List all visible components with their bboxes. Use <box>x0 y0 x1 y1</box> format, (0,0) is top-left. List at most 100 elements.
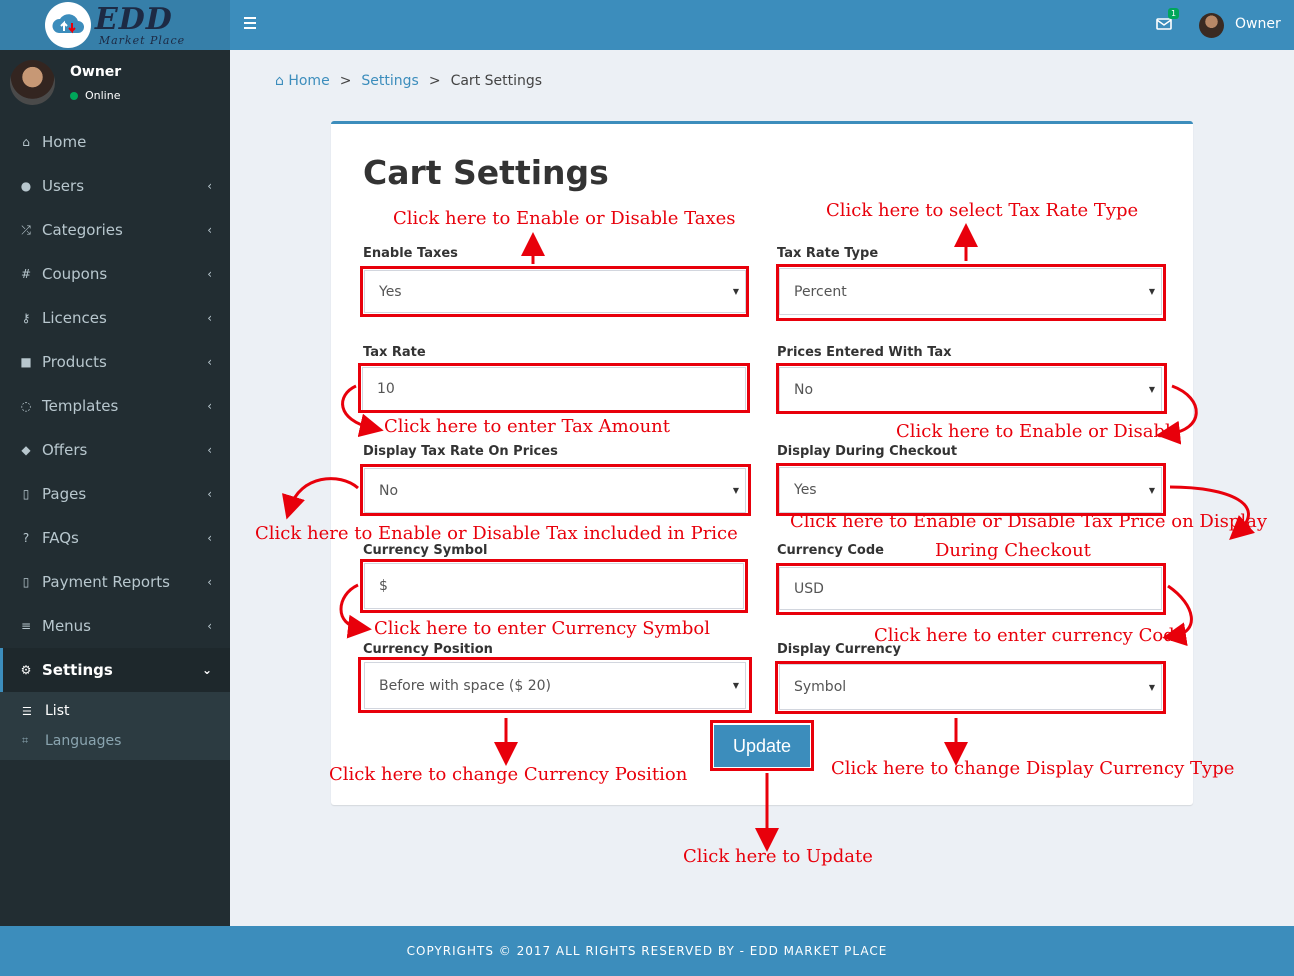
file-icon: ▯ <box>22 487 30 501</box>
hash-icon: # <box>20 267 32 281</box>
mail-count-badge: 1 <box>1168 8 1180 19</box>
page-title: Cart Settings <box>363 153 609 192</box>
breadcrumb-home[interactable]: ⌂ Home <box>275 73 330 89</box>
breadcrumb-settings[interactable]: Settings <box>361 73 418 89</box>
breadcrumb-separator: > <box>339 73 352 89</box>
sidebar-item-label: Products <box>42 353 107 371</box>
annotation-enable-disable: Click here to Enable or Disable <box>896 421 1182 442</box>
chevron-left-icon: ‹ <box>207 399 212 413</box>
chevron-left-icon: ‹ <box>207 487 212 501</box>
status-text: Online <box>85 89 121 102</box>
highlight-box <box>710 720 814 771</box>
brand-logo[interactable]: EDD Market Place <box>0 0 230 50</box>
breadcrumb: ⌂ Home > Settings > Cart Settings <box>275 73 542 89</box>
language-icon: ⌗ <box>22 734 29 747</box>
chevron-left-icon: ‹ <box>207 443 212 457</box>
sidebar-item-offers[interactable]: ◆ Offers ‹ <box>0 428 230 472</box>
annotation-currency-symbol: Click here to enter Currency Symbol <box>374 618 710 639</box>
sidebar-item-settings[interactable]: ⚙ Settings ⌄ <box>0 648 230 692</box>
copyright-text: COPYRIGHTS © 2017 ALL RIGHTS RESERVED BY… <box>406 944 888 958</box>
sidebar-item-label: Users <box>42 177 85 195</box>
chevron-left-icon: ‹ <box>207 223 212 237</box>
briefcase-icon: ■ <box>20 355 32 369</box>
highlight-box <box>358 657 752 713</box>
sidebar-item-coupons[interactable]: # Coupons ‹ <box>0 252 230 296</box>
display-checkout-label: Display During Checkout <box>777 444 958 459</box>
home-icon: ⌂ <box>22 135 30 149</box>
bars-icon: ≡ <box>20 619 32 633</box>
sidebar-item-categories[interactable]: ⤮ Categories ‹ <box>0 208 230 252</box>
annotation-update: Click here to Update <box>683 846 873 867</box>
question-icon: ? <box>22 531 30 545</box>
chevron-down-icon: ⌄ <box>201 663 212 677</box>
chevron-left-icon: ‹ <box>207 575 212 589</box>
currency-symbol-label: Currency Symbol <box>363 543 488 558</box>
chevron-left-icon: ‹ <box>207 355 212 369</box>
top-navbar: 1 Owner <box>230 0 1294 50</box>
sidebar-item-label: Categories <box>42 221 123 239</box>
breadcrumb-home-label: Home <box>288 73 330 89</box>
chevron-left-icon: ‹ <box>207 619 212 633</box>
annotation-enable-taxes: Click here to Enable or Disable Taxes <box>393 208 736 229</box>
sidebar-item-users[interactable]: ● Users ‹ <box>0 164 230 208</box>
brand-name: EDD <box>94 1 173 37</box>
highlight-box <box>358 363 750 413</box>
sidebar-item-label: Menus <box>42 617 91 635</box>
header-user-name[interactable]: Owner <box>1235 16 1281 32</box>
highlight-box <box>776 363 1167 414</box>
tax-rate-type-label: Tax Rate Type <box>777 246 879 261</box>
sidebar-item-menus[interactable]: ≡ Menus ‹ <box>0 604 230 648</box>
sidebar-item-payment-reports[interactable]: ▯ Payment Reports ‹ <box>0 560 230 604</box>
sidebar-item-licences[interactable]: ⚷ Licences ‹ <box>0 296 230 340</box>
prices-with-tax-label: Prices Entered With Tax <box>777 345 952 360</box>
sidebar-subitem-languages[interactable]: ⌗ Languages <box>0 726 230 756</box>
sidebar-subitem-label: Languages <box>45 733 122 749</box>
currency-position-label: Currency Position <box>363 642 493 657</box>
highlight-box <box>776 264 1166 321</box>
highlight-box <box>776 563 1166 615</box>
sidebar-subitem-list[interactable]: ☰ List <box>0 696 230 726</box>
user-panel: Owner Online <box>0 50 230 120</box>
chevron-left-icon: ‹ <box>207 179 212 193</box>
avatar[interactable] <box>1199 13 1224 38</box>
sidebar-item-label: Settings <box>42 661 113 679</box>
display-tax-rate-label: Display Tax Rate On Prices <box>363 444 558 459</box>
users-icon: ● <box>20 179 32 193</box>
sidebar-item-label: Pages <box>42 485 87 503</box>
cloud-upload-icon <box>44 2 91 48</box>
annotation-checkout-line2: During Checkout <box>935 540 1091 561</box>
list-icon: ☰ <box>22 704 32 718</box>
highlight-box <box>360 464 751 516</box>
highlight-box <box>360 266 749 317</box>
currency-code-label: Currency Code <box>777 543 884 558</box>
sidebar-item-pages[interactable]: ▯ Pages ‹ <box>0 472 230 516</box>
sidebar-item-label: Coupons <box>42 265 108 283</box>
enable-taxes-label: Enable Taxes <box>363 246 458 261</box>
sidebar-item-products[interactable]: ■ Products ‹ <box>0 340 230 384</box>
shuffle-icon: ⤮ <box>21 222 31 237</box>
sidebar-user-name: Owner <box>70 64 122 80</box>
annotation-tax-rate-type: Click here to select Tax Rate Type <box>826 200 1139 221</box>
tax-rate-label: Tax Rate <box>363 345 426 360</box>
avatar <box>10 60 55 105</box>
tag-icon: ◆ <box>21 443 31 457</box>
sidebar-item-label: Offers <box>42 441 88 459</box>
annotation-currency-position: Click here to change Currency Position <box>329 764 688 785</box>
sidebar-item-label: Licences <box>42 309 107 327</box>
comment-icon: ◌ <box>20 399 32 413</box>
sidebar-item-label: Home <box>42 133 87 151</box>
sidebar-toggle-icon[interactable] <box>244 17 258 31</box>
sidebar-item-label: Payment Reports <box>42 573 170 591</box>
file-icon: ▯ <box>22 575 30 589</box>
breadcrumb-separator: > <box>428 73 441 89</box>
sidebar-item-templates[interactable]: ◌ Templates ‹ <box>0 384 230 428</box>
sidebar-item-home[interactable]: ⌂ Home <box>0 120 230 164</box>
sidebar-item-label: FAQs <box>42 529 79 547</box>
highlight-box <box>360 559 748 613</box>
footer: COPYRIGHTS © 2017 ALL RIGHTS RESERVED BY… <box>0 926 1294 976</box>
chevron-left-icon: ‹ <box>207 531 212 545</box>
annotation-checkout-line1: Click here to Enable or Disable Tax Pric… <box>790 511 1267 532</box>
user-status: Online <box>70 89 120 102</box>
annotation-currency-code: Click here to enter currency Code <box>874 625 1186 646</box>
sidebar-item-faqs[interactable]: ? FAQs ‹ <box>0 516 230 560</box>
